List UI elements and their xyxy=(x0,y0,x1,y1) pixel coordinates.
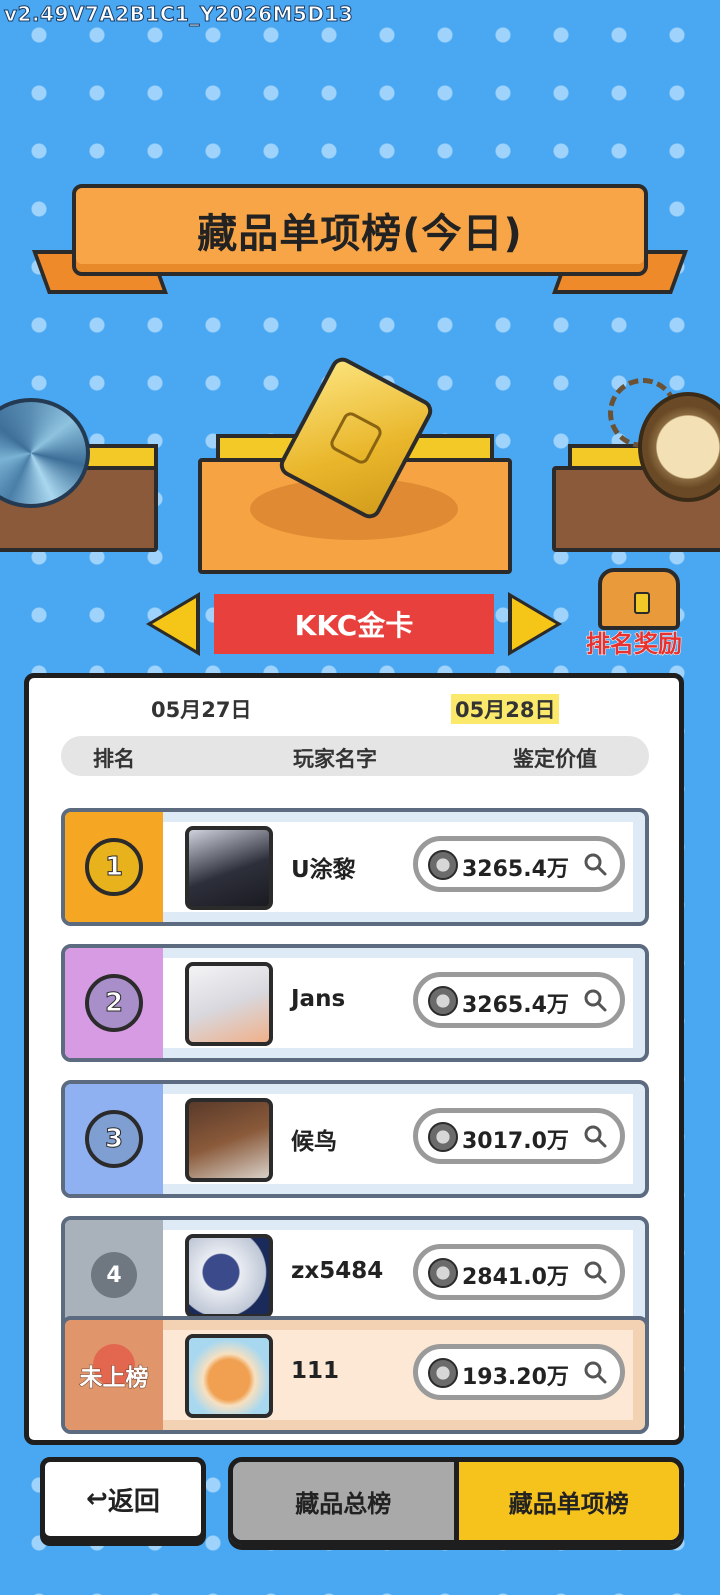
row-content: Jans 3265.4万 xyxy=(163,958,633,1048)
column-player-name: 玩家名字 xyxy=(293,747,377,771)
version-label: v2.49V7A2B1C1_Y2026M5D13 xyxy=(3,2,354,27)
search-icon[interactable] xyxy=(582,1123,608,1149)
search-icon[interactable] xyxy=(582,987,608,1013)
avatar[interactable] xyxy=(185,1098,273,1182)
column-header: 排名 玩家名字 鉴定价值 xyxy=(61,736,649,776)
player-name: 候鸟 xyxy=(291,1129,337,1155)
ranking-reward-button[interactable]: 排名奖励 xyxy=(586,624,683,659)
unranked-label: 未上榜 xyxy=(79,1365,149,1392)
value-pill[interactable]: 2841.0万 xyxy=(413,1244,625,1300)
silver-medal-icon: 2 xyxy=(85,974,143,1032)
gold-medal-icon: 1 xyxy=(85,838,143,896)
appraisal-value: 2841.0万 xyxy=(462,1265,569,1290)
rank-cell: 1 xyxy=(65,812,163,922)
page-title: 藏品单项榜(今日) xyxy=(197,211,523,257)
coin-icon xyxy=(428,1358,458,1388)
table-row[interactable]: 3 候鸟 3017.0万 xyxy=(61,1080,649,1198)
avatar[interactable] xyxy=(185,1234,273,1318)
table-row[interactable]: 1 U涂黎 3265.4万 xyxy=(61,808,649,926)
search-icon[interactable] xyxy=(582,1359,608,1385)
prev-item-arrow-icon[interactable] xyxy=(152,598,196,650)
table-row[interactable]: 2 Jans 3265.4万 xyxy=(61,944,649,1062)
bronze-medal-icon: 3 xyxy=(85,1110,143,1168)
search-icon[interactable] xyxy=(582,851,608,877)
date-tab-0527[interactable]: 05月27日 xyxy=(151,694,251,724)
player-name: 111 xyxy=(291,1358,340,1384)
appraisal-value: 3017.0万 xyxy=(462,1129,569,1154)
value-pill[interactable]: 3265.4万 xyxy=(413,836,625,892)
coin-icon xyxy=(428,1258,458,1288)
date-tab-0528[interactable]: 05月28日 xyxy=(451,694,560,724)
avatar[interactable] xyxy=(185,1334,273,1418)
next-item-arrow-icon[interactable] xyxy=(512,598,556,650)
rank-cell: 4 xyxy=(65,1220,163,1330)
avatar[interactable] xyxy=(185,826,273,910)
tab-collection-single[interactable]: 藏品单项榜 xyxy=(458,1462,679,1540)
leaderboard-panel: 05月27日 05月28日 排名 玩家名字 鉴定价值 1 U涂黎 3265.4万… xyxy=(24,673,684,1445)
row-content: 111 193.20万 xyxy=(163,1330,633,1420)
appraisal-value: 193.20万 xyxy=(462,1365,569,1390)
chest-lock-icon xyxy=(634,592,650,614)
coin-icon xyxy=(428,850,458,880)
rank-number: 4 xyxy=(91,1252,137,1298)
card-chip-icon xyxy=(327,409,385,467)
column-rank: 排名 xyxy=(93,747,135,771)
back-icon: ↩ xyxy=(86,1484,108,1514)
title-banner: 藏品单项榜(今日) xyxy=(72,184,648,276)
value-pill[interactable]: 3265.4万 xyxy=(413,972,625,1028)
player-name: zx5484 xyxy=(291,1258,384,1284)
tab-collection-total[interactable]: 藏品总榜 xyxy=(233,1462,459,1540)
item-name-label: KKC金卡 xyxy=(214,594,494,654)
coin-icon xyxy=(428,986,458,1016)
rank-cell: 2 xyxy=(65,948,163,1058)
rank-cell: 未上榜 xyxy=(65,1320,163,1430)
my-rank-row[interactable]: 未上榜 111 193.20万 xyxy=(61,1316,649,1434)
column-appraisal-value: 鉴定价值 xyxy=(513,747,597,771)
coin-icon xyxy=(428,1122,458,1152)
appraisal-value: 3265.4万 xyxy=(462,993,569,1018)
row-content: U涂黎 3265.4万 xyxy=(163,822,633,912)
value-pill[interactable]: 193.20万 xyxy=(413,1344,625,1400)
avatar[interactable] xyxy=(185,962,273,1046)
back-label: 返回 xyxy=(107,1486,160,1517)
player-name: U涂黎 xyxy=(291,857,356,883)
search-icon[interactable] xyxy=(582,1259,608,1285)
player-name: Jans xyxy=(291,986,346,1012)
leaderboard-tabs: 藏品总榜 藏品单项榜 xyxy=(228,1457,684,1545)
row-content: zx5484 2841.0万 xyxy=(163,1230,633,1320)
rank-cell: 3 xyxy=(65,1084,163,1194)
row-content: 候鸟 3017.0万 xyxy=(163,1094,633,1184)
back-button[interactable]: ↩ 返回 xyxy=(40,1457,206,1541)
appraisal-value: 3265.4万 xyxy=(462,857,569,882)
value-pill[interactable]: 3017.0万 xyxy=(413,1108,625,1164)
